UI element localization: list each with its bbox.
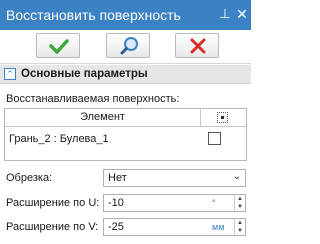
column-header-element[interactable]: Элемент: [5, 109, 201, 126]
cross-icon: [190, 38, 206, 54]
table-header: Элемент: [5, 109, 246, 127]
title-bar: Восстановить поверхность ⊥ ✕: [0, 0, 251, 30]
ok-button[interactable]: [36, 33, 80, 58]
surface-table: Элемент Грань_2 : Булева_1: [4, 108, 247, 161]
spin-up-icon[interactable]: ▲: [235, 195, 245, 203]
extend-v-spinner[interactable]: ▲ ▼: [234, 219, 245, 235]
extend-v-label: Расширение по V:: [6, 221, 99, 233]
chevron-down-icon: ⌄: [232, 171, 241, 182]
extend-v-value: -25: [108, 221, 124, 233]
close-icon[interactable]: ✕: [236, 6, 248, 22]
dialog-toolbar: [0, 30, 251, 64]
spin-down-icon[interactable]: ▼: [235, 227, 245, 235]
magnifier-icon: [120, 37, 138, 55]
collapse-icon[interactable]: ⌃: [4, 68, 16, 80]
pin-icon[interactable]: ⊥: [219, 6, 231, 22]
section-title: Основные параметры: [21, 68, 148, 80]
extend-u-label: Расширение по U:: [6, 197, 100, 209]
surface-caption: Восстанавливаемая поверхность:: [6, 93, 180, 105]
cancel-button[interactable]: [175, 33, 219, 58]
table-row[interactable]: Грань_2 : Булева_1: [5, 128, 246, 148]
extend-v-input[interactable]: -25 мм ▲ ▼: [103, 218, 246, 236]
spin-down-icon[interactable]: ▼: [235, 203, 245, 211]
trim-value: Нет: [108, 172, 127, 184]
extend-v-unit: мм: [212, 222, 225, 232]
extend-u-unit: °: [212, 198, 216, 208]
row-element-name: Грань_2 : Булева_1: [9, 133, 109, 145]
select-icon: [217, 112, 228, 123]
trim-label: Обрезка:: [6, 172, 53, 184]
column-header-select[interactable]: [202, 109, 246, 126]
checkmark-icon: [49, 39, 69, 54]
window-title: Восстановить поверхность: [6, 7, 181, 23]
row-checkbox[interactable]: [208, 132, 221, 145]
extend-u-value: -10: [108, 197, 124, 209]
spin-up-icon[interactable]: ▲: [235, 219, 245, 227]
preview-button[interactable]: [106, 33, 150, 58]
trim-select[interactable]: Нет ⌄: [103, 169, 246, 187]
extend-u-spinner[interactable]: ▲ ▼: [234, 195, 245, 211]
section-main-parameters[interactable]: ⌃ Основные параметры: [0, 65, 251, 84]
extend-u-input[interactable]: -10 ° ▲ ▼: [103, 194, 246, 212]
